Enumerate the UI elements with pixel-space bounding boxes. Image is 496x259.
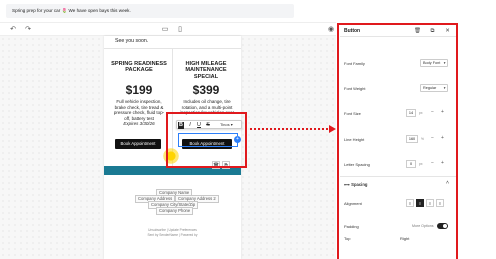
notice-banner: Spring prep for your car 🌷 We have open … (6, 4, 294, 18)
unsubscribe-link[interactable]: Unsubscribe | Update Preferences (104, 228, 241, 232)
annotation-arrow-head (329, 124, 336, 133)
eye-icon[interactable]: ◉ (326, 25, 336, 35)
email-intro: See you soon. (115, 38, 149, 44)
annotation-arrow (250, 128, 332, 130)
package-price: $199 (125, 83, 153, 97)
sent-by-text: Sent by SenderName | Powered by (147, 233, 198, 237)
annotation-box-right (337, 23, 458, 259)
mobile-icon[interactable]: ▯ (175, 25, 185, 35)
undo-icon[interactable]: ↶ (8, 25, 18, 35)
desktop-icon[interactable]: ▭ (160, 25, 170, 35)
package-description: Full vehicle inspection, brake check, ti… (113, 99, 165, 127)
annotation-box-left (166, 112, 247, 168)
editor-toolbar: ↶ ↷ ▭ ▯ ◉ (0, 22, 336, 36)
package-price: $399 (192, 83, 220, 97)
redo-icon[interactable]: ↷ (23, 25, 33, 35)
package-title: SPRING READINESS PACKAGE (111, 61, 167, 74)
book-appointment-button[interactable]: Book Appointment (115, 139, 161, 149)
company-phone[interactable]: Company Phone (156, 207, 194, 215)
package-title: HIGH MILEAGE MAINTENANCE SPECIAL (185, 61, 227, 80)
